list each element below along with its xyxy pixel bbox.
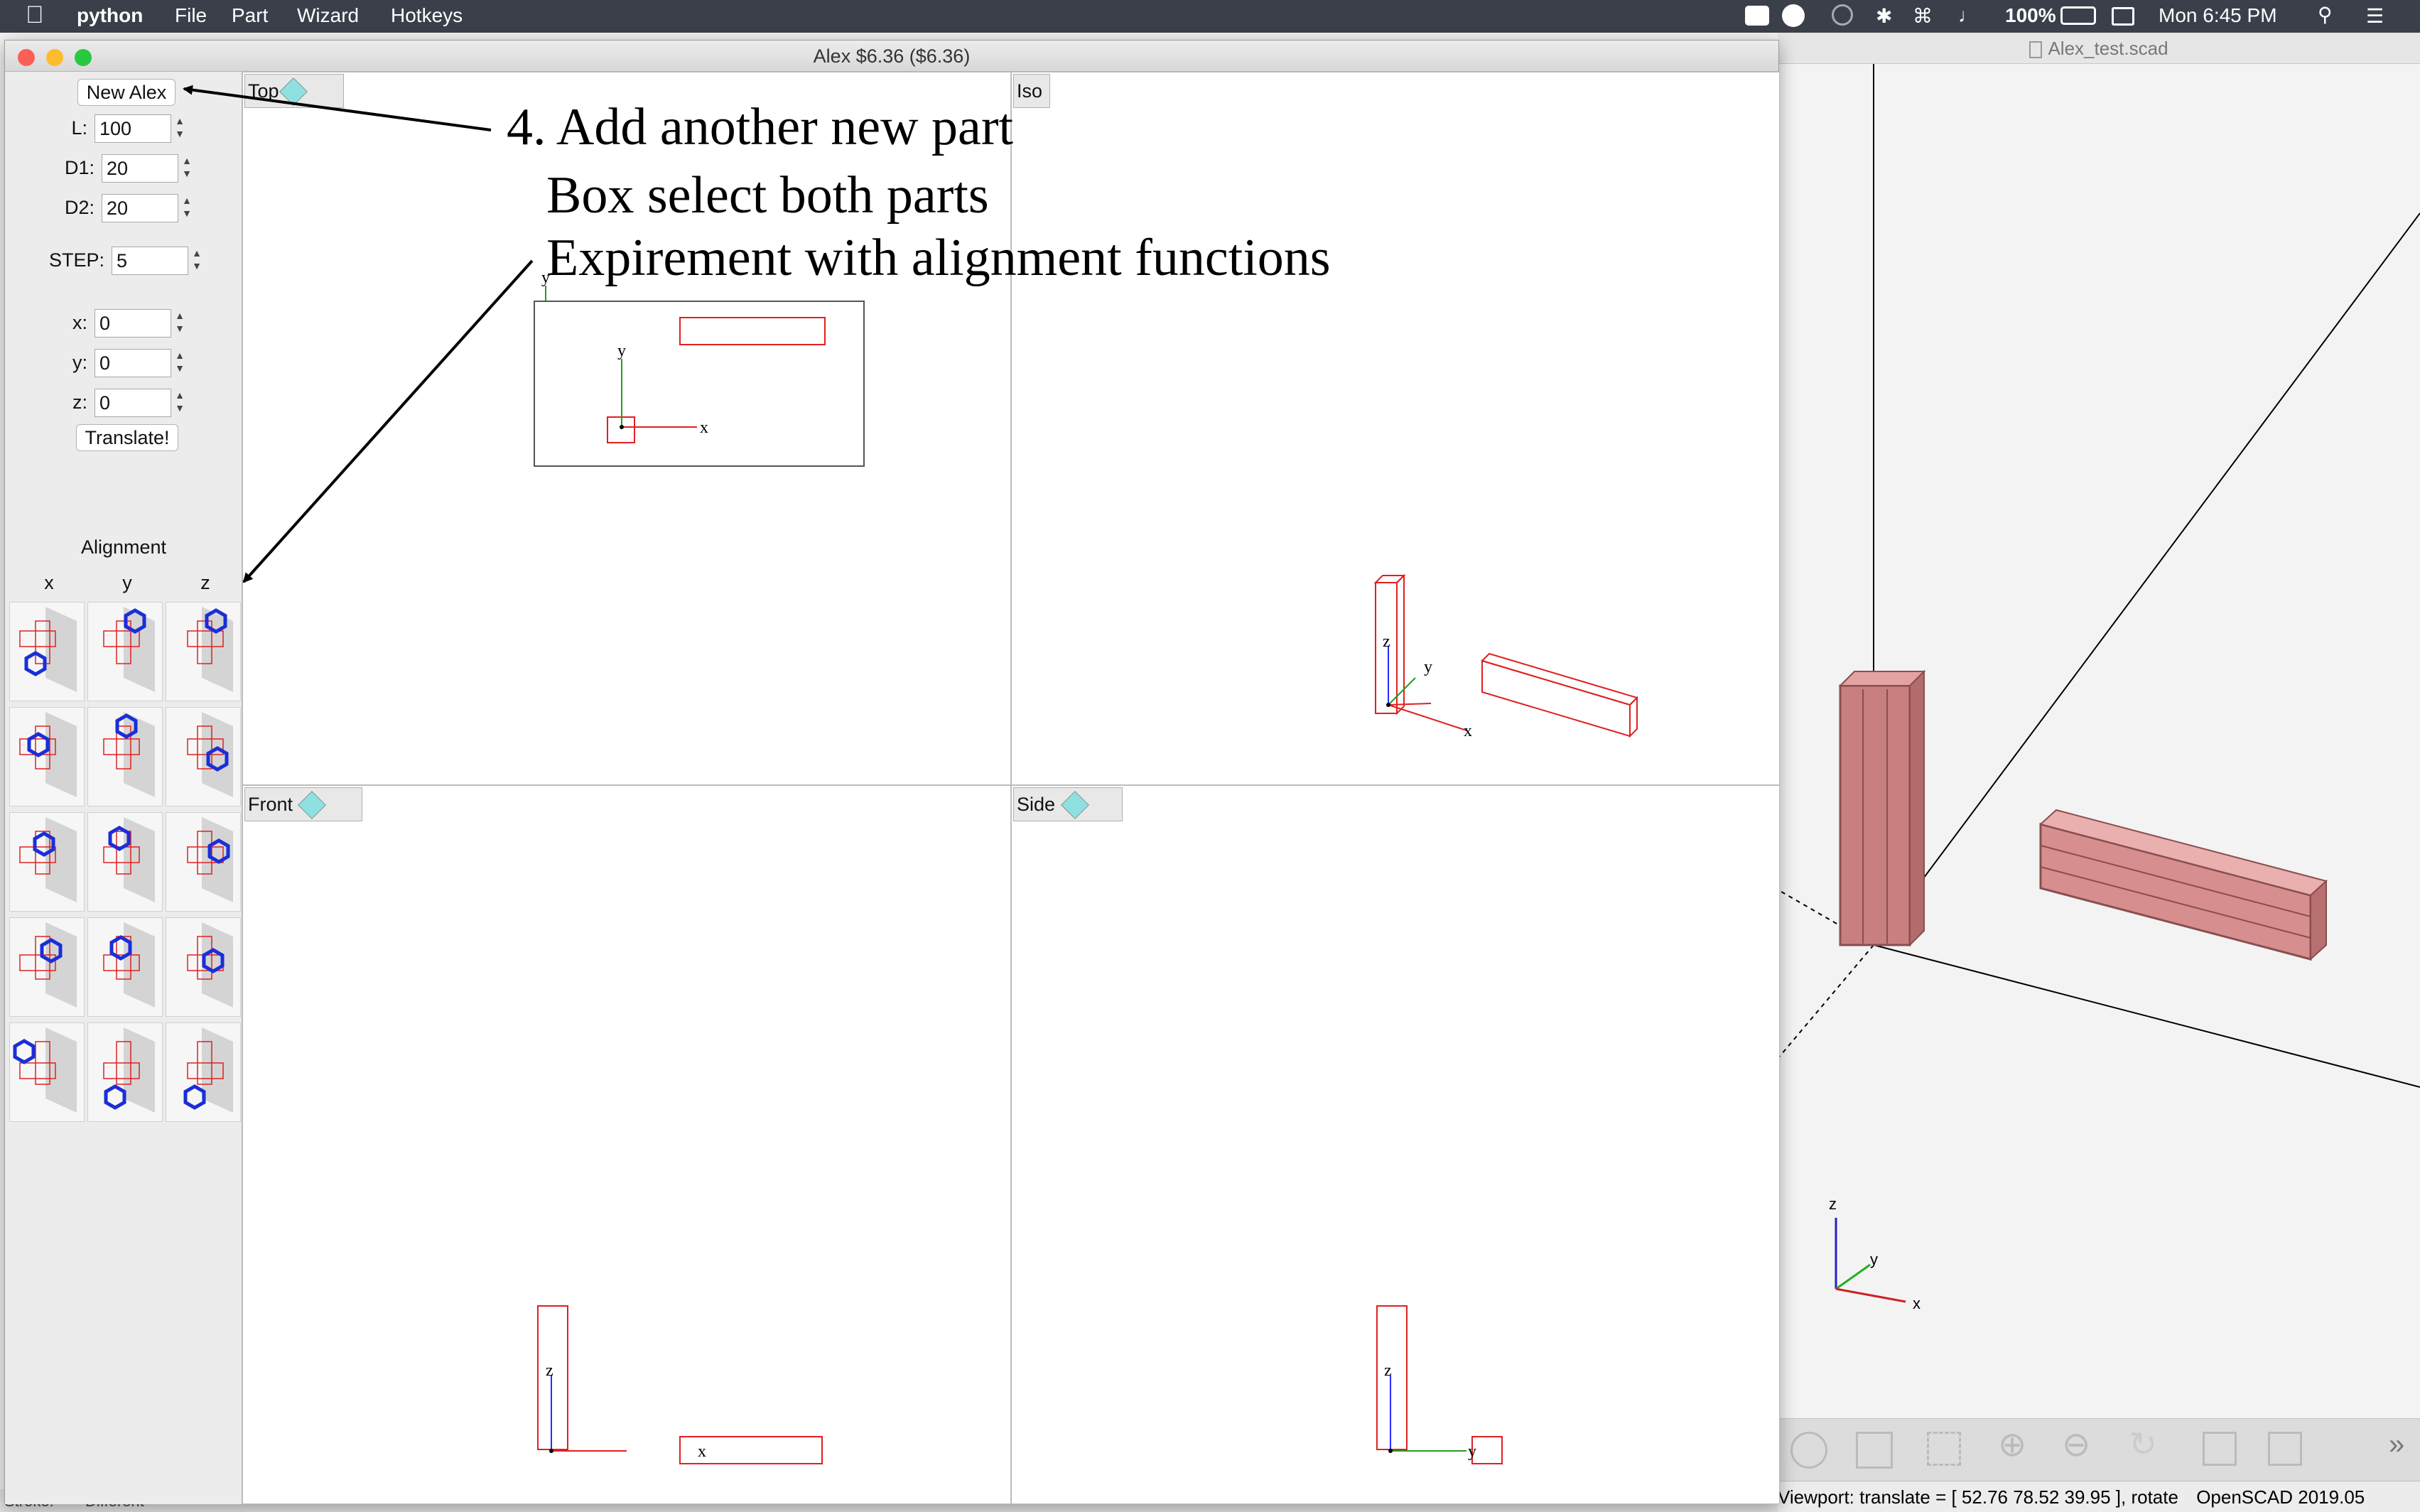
openscad-3d-view[interactable]: z y x (1778, 64, 2420, 1449)
battery-icon[interactable] (2060, 6, 2096, 25)
view-all-icon[interactable] (1856, 1432, 1893, 1469)
sync-icon[interactable] (1832, 4, 1853, 26)
menu-wizard[interactable]: Wizard (297, 4, 359, 27)
orthogonal-icon[interactable] (2268, 1432, 2302, 1466)
menu-part[interactable]: Part (232, 4, 268, 27)
volume-icon[interactable]: ♩ (1958, 4, 1978, 27)
bluetooth-icon[interactable]: ✱ (1876, 4, 1892, 28)
menu-file[interactable]: File (175, 4, 207, 27)
perspective-icon[interactable] (2203, 1432, 2237, 1466)
wifi-icon[interactable]: ⌘ (1913, 4, 1933, 28)
app-name-menu[interactable]: python (77, 4, 143, 27)
spotlight-icon[interactable]: ⚲ (2318, 3, 2333, 26)
notification-center-icon[interactable]: ☰ (2366, 4, 2384, 28)
gizmo-z: z (1829, 1195, 1837, 1213)
openscad-status-bar: Viewport: translate = [ 52.76 78.52 39.9… (1778, 1481, 2420, 1512)
openscad-toolbar: ⊕ ⊖ ↻ » (1778, 1418, 2420, 1481)
clock[interactable]: Mon 6:45 PM (2159, 4, 2277, 27)
annotation-arrows (183, 85, 534, 583)
vertical-extrusion (1838, 669, 1926, 947)
openscad-doc-icon (2029, 41, 2043, 59)
battery-percent: 100% (2005, 4, 2056, 26)
zoom-in-icon[interactable]: ⊕ (1998, 1425, 2026, 1464)
reset-view-icon[interactable]: ↻ (2129, 1425, 2157, 1464)
video-icon[interactable] (1745, 6, 1769, 26)
openscad-title: Alex_test.scad (2048, 38, 2168, 59)
zoom-out-icon[interactable]: ⊖ (2062, 1425, 2090, 1464)
menu-bar:  python File Part Wizard Hotkeys ✱ ⌘ ♩ … (0, 0, 2420, 33)
viewport-status: Viewport: translate = [ 52.76 78.52 39.9… (1778, 1486, 2178, 1508)
openscad-version: OpenSCAD 2019.05 (2196, 1486, 2365, 1508)
openscad-title-bar: Alex_test.scad (1778, 33, 2420, 64)
telegram-icon[interactable] (1782, 4, 1805, 27)
more-icon[interactable]: » (2389, 1429, 2404, 1461)
openscad-window: z y x (1778, 33, 2420, 1512)
render-icon[interactable] (1790, 1432, 1827, 1469)
gizmo-y: y (1870, 1251, 1878, 1268)
calendar-icon[interactable] (2112, 7, 2134, 26)
alex-window: Alex $6.36 ($6.36) New Alex L: 100 ▲ ▼ D1… (4, 40, 1780, 1504)
zoom-fit-icon[interactable] (1927, 1432, 1961, 1466)
gizmo-x: x (1913, 1295, 1921, 1312)
menu-hotkeys[interactable]: Hotkeys (391, 4, 463, 27)
apple-icon[interactable]:  (26, 1, 44, 29)
